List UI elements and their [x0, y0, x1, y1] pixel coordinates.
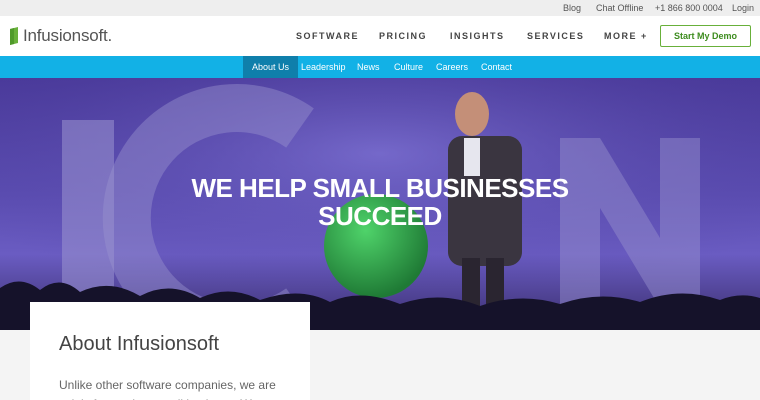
hero-title-line1: WE HELP SMALL BUSINESSES [191, 173, 569, 203]
logo-text: Infusionsoft. [23, 26, 113, 45]
about-card: About Infusionsoft Unlike other software… [30, 302, 310, 400]
nav-insights[interactable]: INSIGHTS [450, 30, 505, 42]
subnav-about-us[interactable]: About Us [243, 56, 299, 78]
subnav-culture[interactable]: Culture [394, 56, 423, 78]
start-demo-button[interactable]: Start My Demo [660, 25, 751, 47]
about-title: About Infusionsoft [59, 333, 220, 355]
login-link[interactable]: Login [732, 3, 754, 13]
nav-pricing[interactable]: PRICING [379, 30, 427, 42]
subnav-contact[interactable]: Contact [481, 56, 512, 78]
subnav-careers[interactable]: Careers [436, 56, 468, 78]
about-body: Unlike other software companies, we are … [59, 378, 276, 400]
subnav-leadership[interactable]: Leadership [301, 56, 346, 78]
phone-link[interactable]: +1 866 800 0004 [655, 3, 723, 13]
main-header: Infusionsoft. SOFTWARE PRICING INSIGHTS … [0, 16, 760, 56]
nav-services[interactable]: SERVICES [527, 30, 584, 42]
leaf-icon [10, 27, 18, 45]
blog-link[interactable]: Blog [563, 3, 581, 13]
utility-bar: Blog Chat Offline +1 866 800 0004 Login [0, 0, 760, 16]
hero-title-line2: SUCCEED [318, 201, 442, 231]
logo[interactable]: Infusionsoft. [8, 26, 112, 46]
sub-nav: About Us Leadership News Culture Careers… [0, 56, 760, 78]
hero-banner: WE HELP SMALL BUSINESSES SUCCEED [0, 78, 760, 330]
chat-link[interactable]: Chat Offline [596, 3, 643, 13]
subnav-news[interactable]: News [357, 56, 380, 78]
nav-more[interactable]: MORE + [604, 30, 648, 42]
hero-title: WE HELP SMALL BUSINESSES SUCCEED [0, 174, 760, 230]
nav-software[interactable]: SOFTWARE [296, 30, 359, 42]
